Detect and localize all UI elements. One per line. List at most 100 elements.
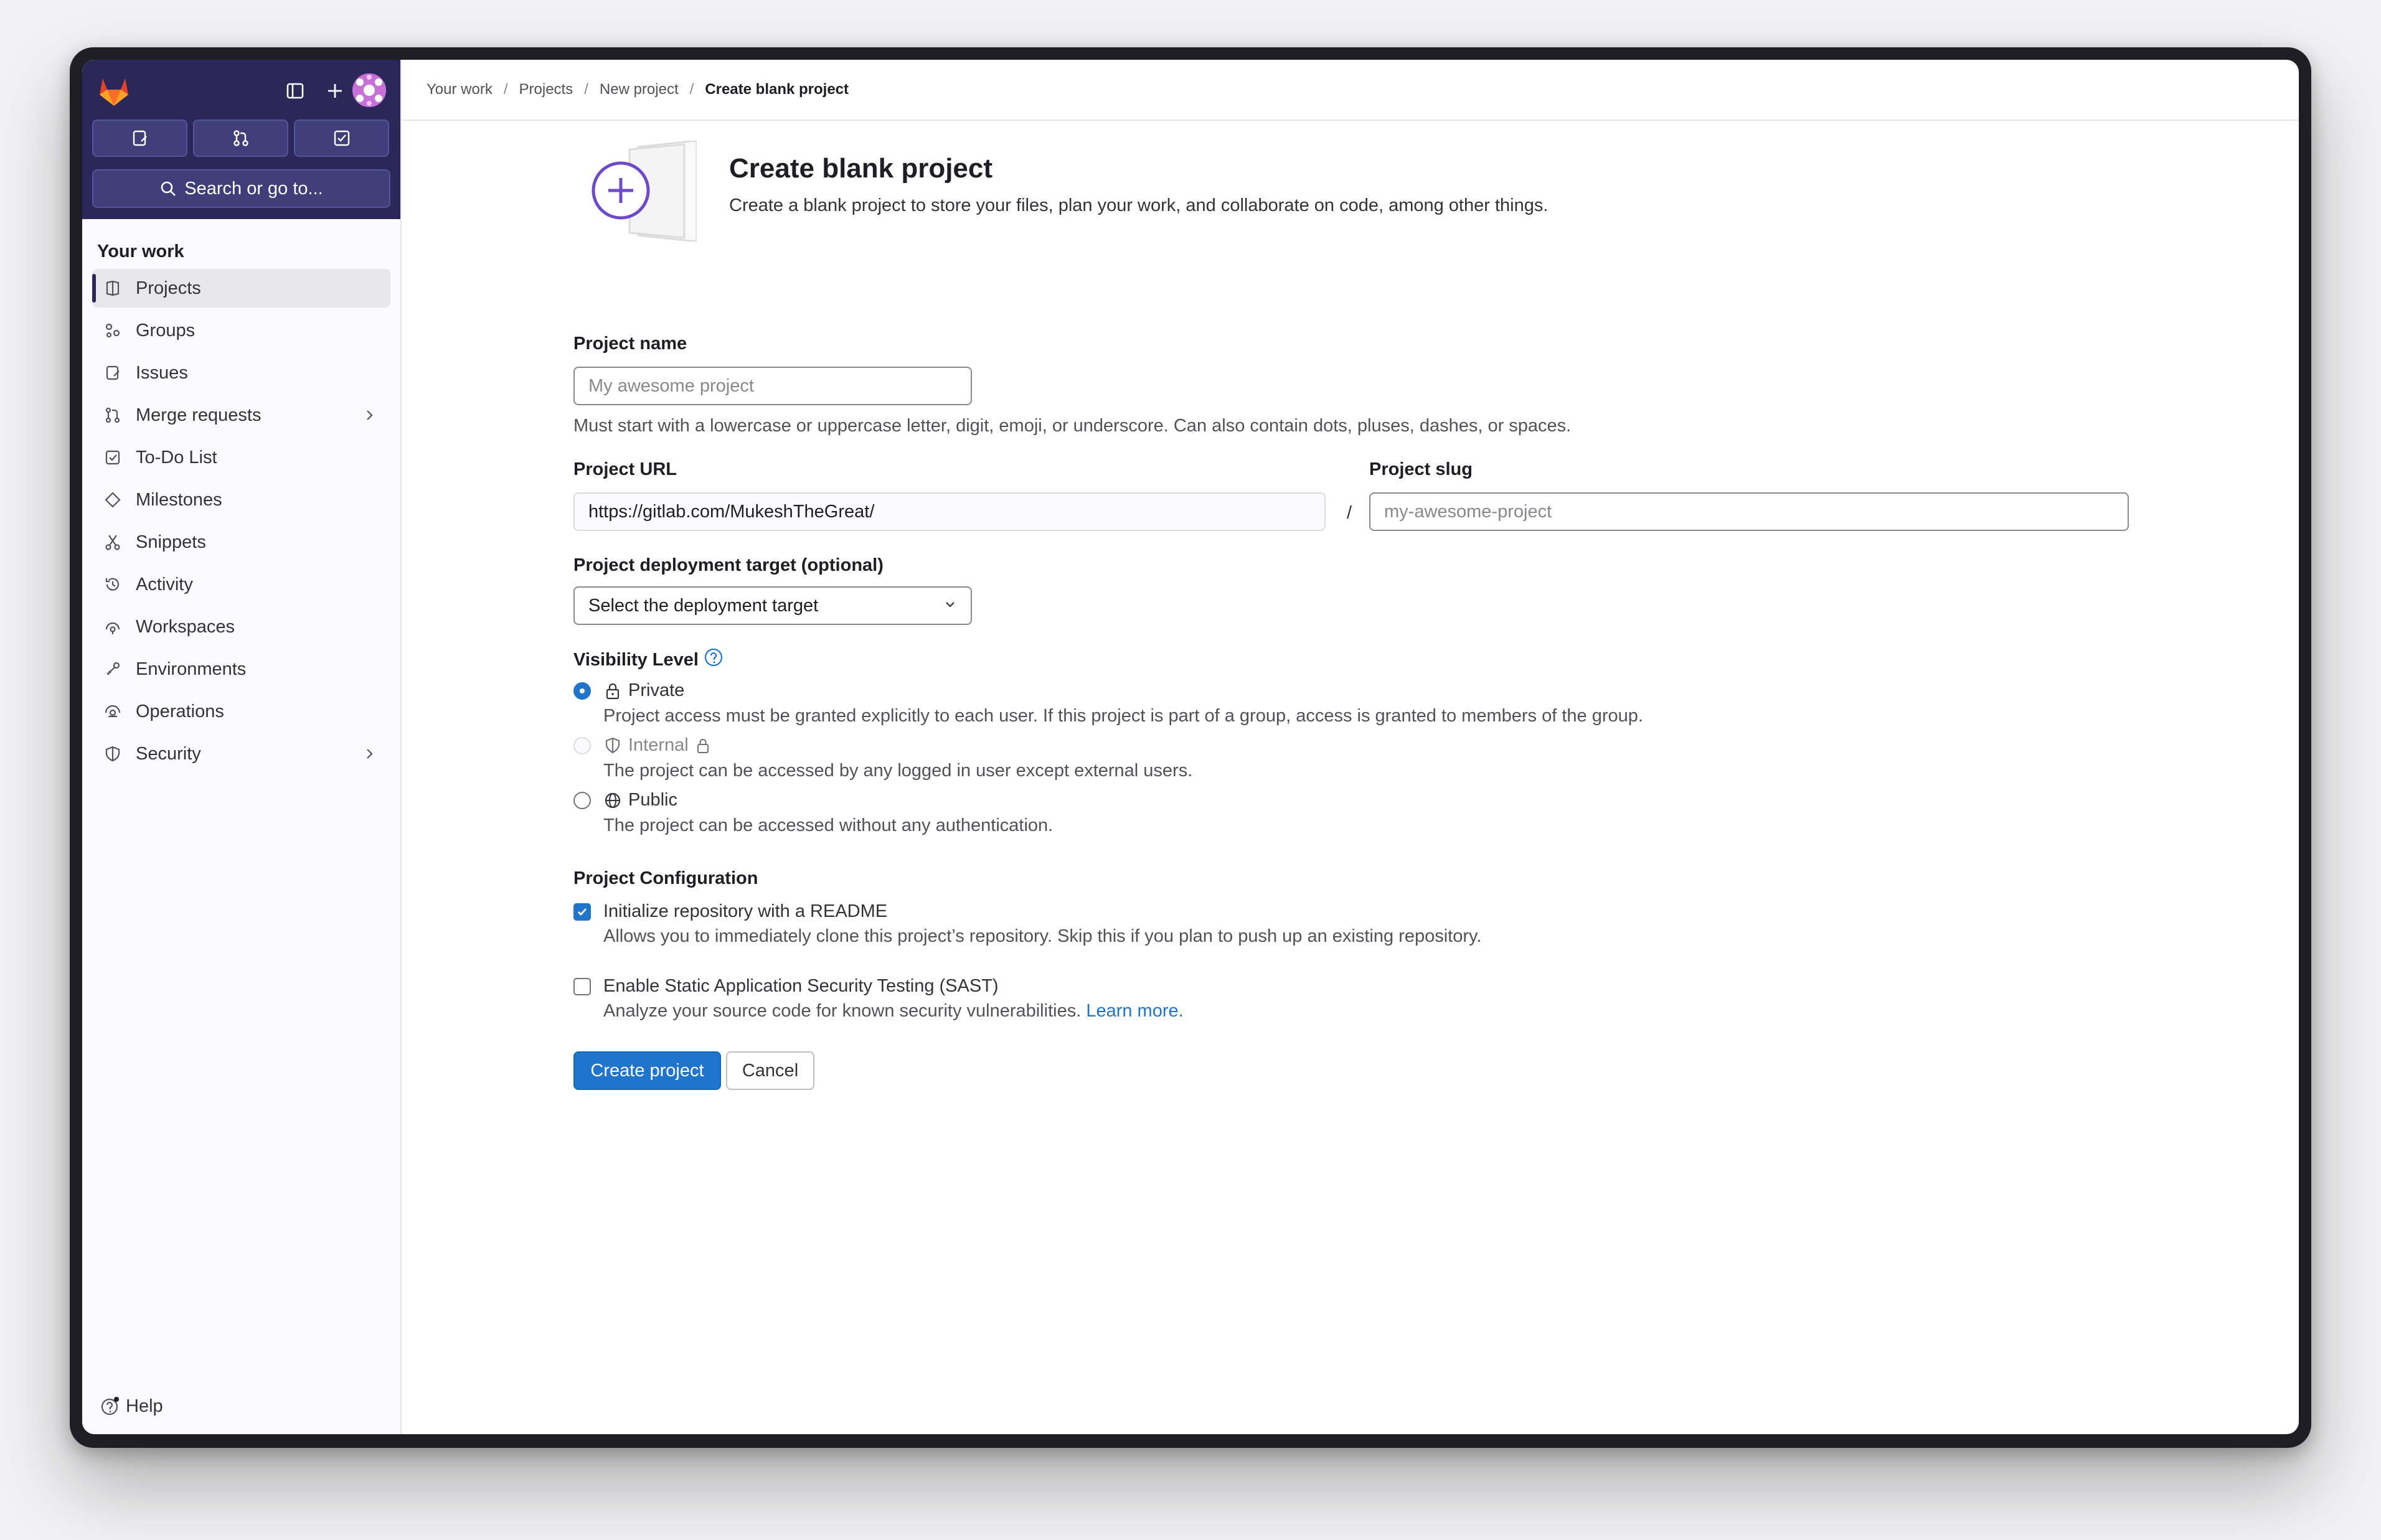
sidebar-item-label: Operations	[136, 701, 224, 721]
sidebar-item-label: Activity	[136, 574, 193, 594]
sidebar-item-label: Projects	[136, 278, 201, 298]
cancel-button[interactable]: Cancel	[726, 1051, 814, 1090]
question-icon[interactable]	[704, 647, 724, 672]
help-icon	[101, 1397, 119, 1416]
sidebar-item-label: To-Do List	[136, 447, 217, 467]
create-project-button[interactable]: Create project	[573, 1051, 721, 1090]
lock-icon	[694, 736, 712, 755]
visibility-level-label: Visibility Level	[573, 649, 699, 670]
sidebar-item-activity[interactable]: Activity	[92, 565, 390, 604]
project-slug-label: Project slug	[1369, 459, 1473, 479]
visibility-private-label: Private	[628, 680, 685, 700]
main-content: Your work / Projects / New project / Cre…	[402, 60, 2299, 1434]
sidebar-item-groups[interactable]: Groups	[92, 311, 390, 350]
gitlab-logo-icon[interactable]	[96, 73, 132, 110]
issues-icon	[103, 364, 122, 382]
url-slug-separator: /	[1347, 503, 1352, 523]
breadcrumb-separator: /	[689, 81, 694, 98]
screen: Search or go to... Your work Projects Gr…	[82, 60, 2299, 1434]
snippet-icon	[103, 533, 122, 552]
help-label: Help	[126, 1396, 163, 1416]
project-url-label: Project URL	[573, 459, 677, 479]
globe-icon	[603, 791, 622, 810]
operations-icon	[103, 702, 122, 721]
sidebar-item-label: Security	[136, 743, 201, 764]
sidebar-item-label: Milestones	[136, 489, 222, 510]
page-description: Create a blank project to store your fil…	[729, 195, 1549, 215]
sidebar-item-label: Issues	[136, 362, 188, 383]
avatar[interactable]	[352, 73, 386, 107]
sidebar-section-title: Your work	[97, 242, 184, 261]
learn-more-link[interactable]: Learn more.	[1086, 1001, 1183, 1021]
sast-description: Analyze your source code for known secur…	[603, 1001, 1082, 1021]
sidebar-item-issues[interactable]: Issues	[92, 354, 390, 392]
sast-label: Enable Static Application Security Testi…	[603, 976, 999, 996]
chevron-right-icon	[362, 407, 377, 428]
project-slug-input[interactable]: my-awesome-project	[1369, 492, 2129, 531]
readme-label: Initialize repository with a README	[603, 901, 888, 921]
visibility-private-option[interactable]: Private	[573, 680, 684, 701]
breadcrumb-current: Create blank project	[705, 81, 849, 98]
search-button[interactable]: Search or go to...	[92, 169, 390, 208]
todo-button[interactable]	[294, 120, 389, 157]
lock-icon	[603, 682, 622, 700]
chevron-right-icon	[362, 746, 377, 766]
deployment-target-label: Project deployment target (optional)	[573, 555, 884, 575]
deployment-target-select[interactable]: Select the deployment target	[573, 586, 972, 625]
sidebar-item-merge-requests[interactable]: Merge requests	[92, 396, 390, 434]
todo-icon	[103, 448, 122, 467]
breadcrumb-projects[interactable]: Projects	[519, 81, 573, 98]
shield-icon	[103, 744, 122, 763]
history-icon	[103, 575, 122, 594]
breadcrumb-your-work[interactable]: Your work	[427, 81, 493, 98]
visibility-internal-label: Internal	[628, 735, 689, 755]
merge-request-icon	[233, 130, 248, 146]
sidebar: Search or go to... Your work Projects Gr…	[82, 60, 402, 1434]
visibility-public-radio[interactable]	[573, 791, 591, 809]
merge-requests-button[interactable]	[193, 120, 288, 157]
todo-icon	[334, 130, 349, 146]
breadcrumb-separator: /	[503, 81, 508, 98]
sidebar-item-workspaces[interactable]: Workspaces	[92, 608, 390, 646]
sidebar-item-snippets[interactable]: Snippets	[92, 523, 390, 561]
sast-checkbox[interactable]	[573, 977, 591, 995]
deployment-target-value: Select the deployment target	[588, 595, 819, 616]
readme-description: Allows you to immediately clone this pro…	[603, 926, 1482, 946]
sidebar-item-operations[interactable]: Operations	[92, 692, 390, 731]
sidebar-item-label: Groups	[136, 320, 196, 340]
visibility-private-radio[interactable]	[573, 682, 591, 700]
help-button[interactable]: Help	[100, 1396, 163, 1417]
sidebar-item-milestones[interactable]: Milestones	[92, 481, 390, 519]
project-name-input[interactable]: My awesome project	[573, 367, 972, 405]
project-name-help: Must start with a lowercase or uppercase…	[573, 416, 1572, 436]
readme-option[interactable]: Initialize repository with a README	[573, 901, 887, 922]
app-window: Search or go to... Your work Projects Gr…	[70, 47, 2311, 1448]
visibility-level-heading: Visibility Level	[573, 647, 724, 672]
project-url-input[interactable]: https://gitlab.com/MukeshTheGreat/	[573, 492, 1326, 531]
project-configuration-label: Project Configuration	[573, 868, 758, 888]
visibility-public-option[interactable]: Public	[573, 790, 677, 810]
readme-checkbox[interactable]	[573, 903, 591, 921]
visibility-internal-description: The project can be accessed by any logge…	[603, 761, 1193, 781]
breadcrumb-separator: /	[584, 81, 588, 98]
toggle-sidebar-icon[interactable]	[280, 76, 310, 106]
plus-icon[interactable]	[320, 76, 350, 106]
sidebar-item-environments[interactable]: Environments	[92, 650, 390, 688]
chevron-down-icon	[943, 596, 957, 616]
sidebar-item-label: Snippets	[136, 532, 206, 552]
milestone-icon	[103, 491, 122, 509]
sidebar-item-security[interactable]: Security	[92, 735, 390, 773]
assigned-issues-button[interactable]	[92, 120, 187, 157]
breadcrumb: Your work / Projects / New project / Cre…	[402, 60, 2299, 121]
breadcrumb-new-project[interactable]: New project	[600, 81, 679, 98]
sast-option[interactable]: Enable Static Application Security Testi…	[573, 976, 999, 997]
sidebar-item-projects[interactable]: Projects	[92, 269, 390, 308]
sidebar-item-label: Environments	[136, 659, 247, 679]
sidebar-item-todo-list[interactable]: To-Do List	[92, 438, 390, 477]
workspace-icon	[103, 617, 122, 636]
visibility-public-label: Public	[628, 790, 677, 810]
merge-request-icon	[103, 406, 122, 425]
sidebar-nav: Projects Groups Issues Merge requests To…	[92, 269, 390, 777]
sidebar-header: Search or go to...	[82, 60, 400, 219]
shield-icon	[603, 736, 622, 755]
